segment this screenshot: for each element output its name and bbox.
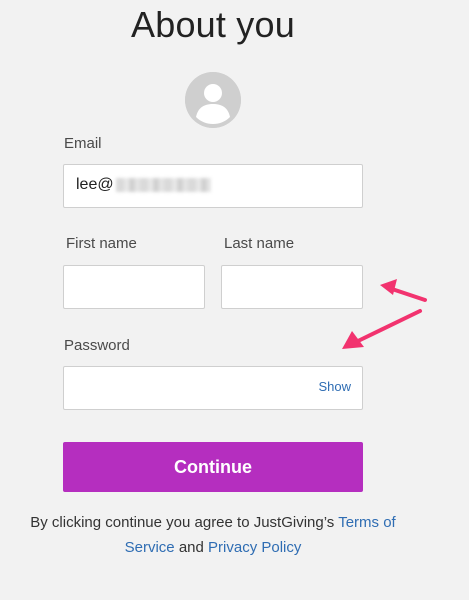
email-value: lee@ — [76, 176, 114, 193]
terms-conjunction: and — [178, 539, 204, 556]
redacted-email-blur — [115, 178, 211, 192]
page-title: About you — [131, 4, 295, 45]
privacy-policy-link[interactable]: Privacy Policy — [208, 539, 301, 556]
last-name-label: Last name — [224, 235, 295, 252]
arrow-to-last-name — [380, 279, 427, 302]
user-avatar-icon — [185, 72, 241, 128]
password-field[interactable]: Show — [63, 366, 363, 410]
terms-prefix: By clicking continue you agree to JustGi… — [30, 514, 335, 531]
email-label: Email — [64, 135, 102, 152]
email-field[interactable]: lee@ — [63, 164, 363, 208]
terms-text: By clicking continue you agree to JustGi… — [30, 510, 396, 560]
arrow-to-password — [342, 309, 422, 349]
password-label: Password — [64, 337, 130, 354]
first-name-field[interactable] — [63, 265, 205, 309]
about-you-page: About you Email lee@ First name Last nam… — [0, 0, 469, 600]
last-name-field[interactable] — [221, 265, 363, 309]
continue-button[interactable]: Continue — [63, 442, 363, 492]
show-password-button[interactable]: Show — [318, 379, 351, 394]
first-name-label: First name — [66, 235, 137, 252]
email-value-wrap: lee@ — [76, 176, 211, 194]
